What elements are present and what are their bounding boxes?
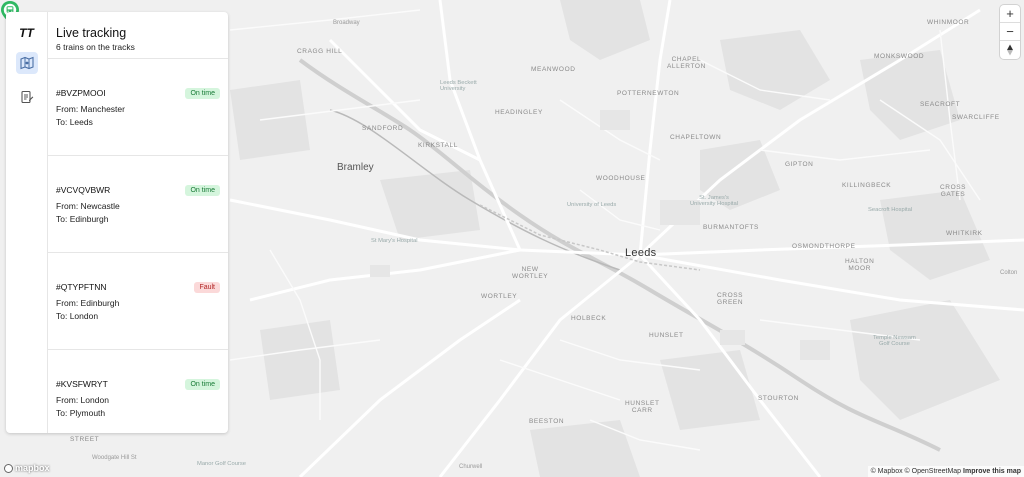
- mapbox-logo-icon: [4, 463, 13, 473]
- map-label-whinmoor: WHINMOOR: [927, 19, 970, 26]
- map-label-bramley: Bramley: [337, 162, 374, 173]
- panel-header: Live tracking 6 trains on the tracks: [48, 12, 228, 59]
- map-label-cragg-hill: CRAGG HILL: [297, 48, 343, 55]
- map-label-seacroft: SEACROFT: [920, 101, 961, 108]
- report-icon: [20, 90, 33, 104]
- map-label-osmondthorpe: OSMONDTHORPE: [792, 243, 856, 250]
- status-badge: Fault: [194, 282, 220, 293]
- map-label-temple-newsam: Temple Newsam Golf Course: [873, 335, 916, 347]
- zoom-in-button[interactable]: +: [1000, 5, 1020, 23]
- map-label-hunslet: HUNSLET: [649, 332, 684, 339]
- map-label-chapel-allerton: CHAPEL ALLERTON: [667, 56, 706, 70]
- train-to: To: Leeds: [56, 117, 93, 127]
- map-label-chapeltown: CHAPELTOWN: [670, 134, 722, 141]
- map-label-swarcliffe: SWARCLIFFE: [952, 114, 1000, 121]
- map-label-woodhouse: WOODHOUSE: [596, 175, 646, 182]
- panel-title: Live tracking: [56, 26, 127, 40]
- train-list-item[interactable]: #KVSFWRYT From: London To: Plymouth On t…: [48, 350, 228, 433]
- nav-report-button[interactable]: [16, 86, 38, 108]
- map-label-seacroft-hospital: Seacroft Hospital: [868, 207, 913, 213]
- panel-subtitle: 6 trains on the tracks: [56, 42, 135, 52]
- improve-map-link[interactable]: Improve this map: [963, 468, 1021, 475]
- map-label-cross-green: CROSS GREEN: [717, 292, 744, 306]
- tracking-panel: TT Live tracking 6 trains on the tracks …: [6, 12, 228, 433]
- panel-content: Live tracking 6 trains on the tracks #BV…: [48, 12, 228, 433]
- side-rail: TT: [6, 12, 48, 433]
- map-controls: + −: [1000, 5, 1020, 59]
- map-label-leeds-beckett: Leeds Beckett University: [440, 80, 477, 92]
- train-list-item[interactable]: #QTYPFTNN From: Edinburgh To: London Fau…: [48, 253, 228, 350]
- map-label-burmantofts: BURMANTOFTS: [703, 224, 759, 231]
- status-badge: On time: [185, 185, 220, 196]
- map-label-sandford: SANDFORD: [362, 125, 404, 132]
- status-badge: On time: [185, 88, 220, 99]
- map-label-univ-leeds: University of Leeds: [567, 202, 617, 208]
- map-label-potternewton: POTTERNEWTON: [617, 90, 680, 97]
- map-label-leeds: Leeds: [625, 247, 657, 259]
- map-label-meanwood: MEANWOOD: [531, 66, 576, 73]
- map-label-holbeck: HOLBECK: [571, 315, 607, 322]
- map-label-broadway: Broadway: [333, 20, 360, 26]
- zoom-out-button[interactable]: −: [1000, 23, 1020, 41]
- map-label-whitkirk: WHITKIRK: [946, 230, 983, 237]
- map-label-killingbeck: KILLINGBECK: [842, 182, 892, 189]
- train-to: To: Plymouth: [56, 408, 106, 418]
- map-label-monkswood: MONKSWOOD: [874, 53, 925, 60]
- map-label-st-marys: St Mary's Hospital: [371, 238, 418, 244]
- map-label-gipton: GIPTON: [785, 161, 814, 168]
- map-label-woodgate-hill: Woodgate Hill St: [92, 455, 137, 461]
- train-from: From: Newcastle: [56, 201, 120, 211]
- mapbox-logo-text: mapbox: [15, 463, 50, 473]
- map-label-kirkstall: KIRKSTALL: [418, 142, 458, 149]
- map-label-new-wortley: NEW WORTLEY: [512, 266, 549, 280]
- mapbox-logo[interactable]: mapbox: [4, 463, 50, 473]
- train-to: To: Edinburgh: [56, 214, 109, 224]
- map-label-halton-moor: HALTON MOOR: [845, 258, 875, 272]
- app-logo: TT: [19, 26, 34, 40]
- map-label-cross-gates: CROSS GATES: [940, 184, 967, 198]
- map-label-wortley: WORTLEY: [481, 293, 518, 300]
- map-label-churwell: Churwell: [459, 464, 483, 470]
- map-label-manor-golf: Manor Golf Course: [197, 461, 246, 467]
- attribution-osm-link[interactable]: © OpenStreetMap: [905, 468, 962, 475]
- attribution-mapbox-link[interactable]: © Mapbox: [871, 468, 903, 475]
- train-from: From: London: [56, 395, 109, 405]
- train-from: From: Manchester: [56, 104, 125, 114]
- map-label-headingley: HEADINGLEY: [495, 109, 543, 116]
- compass-button[interactable]: [1000, 41, 1020, 59]
- train-list-item[interactable]: #VCVQVBWR From: Newcastle To: Edinburgh …: [48, 156, 228, 253]
- train-to: To: London: [56, 311, 99, 321]
- map-label-street: STREET: [70, 436, 100, 443]
- status-badge: On time: [185, 379, 220, 390]
- map-label-beeston: BEESTON: [529, 418, 565, 425]
- map-attribution: © Mapbox © OpenStreetMap Improve this ma…: [867, 466, 1024, 477]
- map-label-hunslet-carr: HUNSLET CARR: [625, 400, 660, 414]
- nav-map-button[interactable]: [15, 52, 38, 74]
- train-from: From: Edinburgh: [56, 298, 120, 308]
- map-icon: [19, 56, 34, 70]
- compass-icon: [1007, 44, 1013, 56]
- train-list-item[interactable]: #BVZPMOOI From: Manchester To: Leeds On …: [48, 59, 228, 156]
- train-list: #BVZPMOOI From: Manchester To: Leeds On …: [48, 59, 228, 433]
- map-label-colton: Colton: [1000, 270, 1018, 276]
- map-label-st-james: St. James's University Hospital: [690, 195, 738, 207]
- map-label-stourton: STOURTON: [758, 395, 799, 402]
